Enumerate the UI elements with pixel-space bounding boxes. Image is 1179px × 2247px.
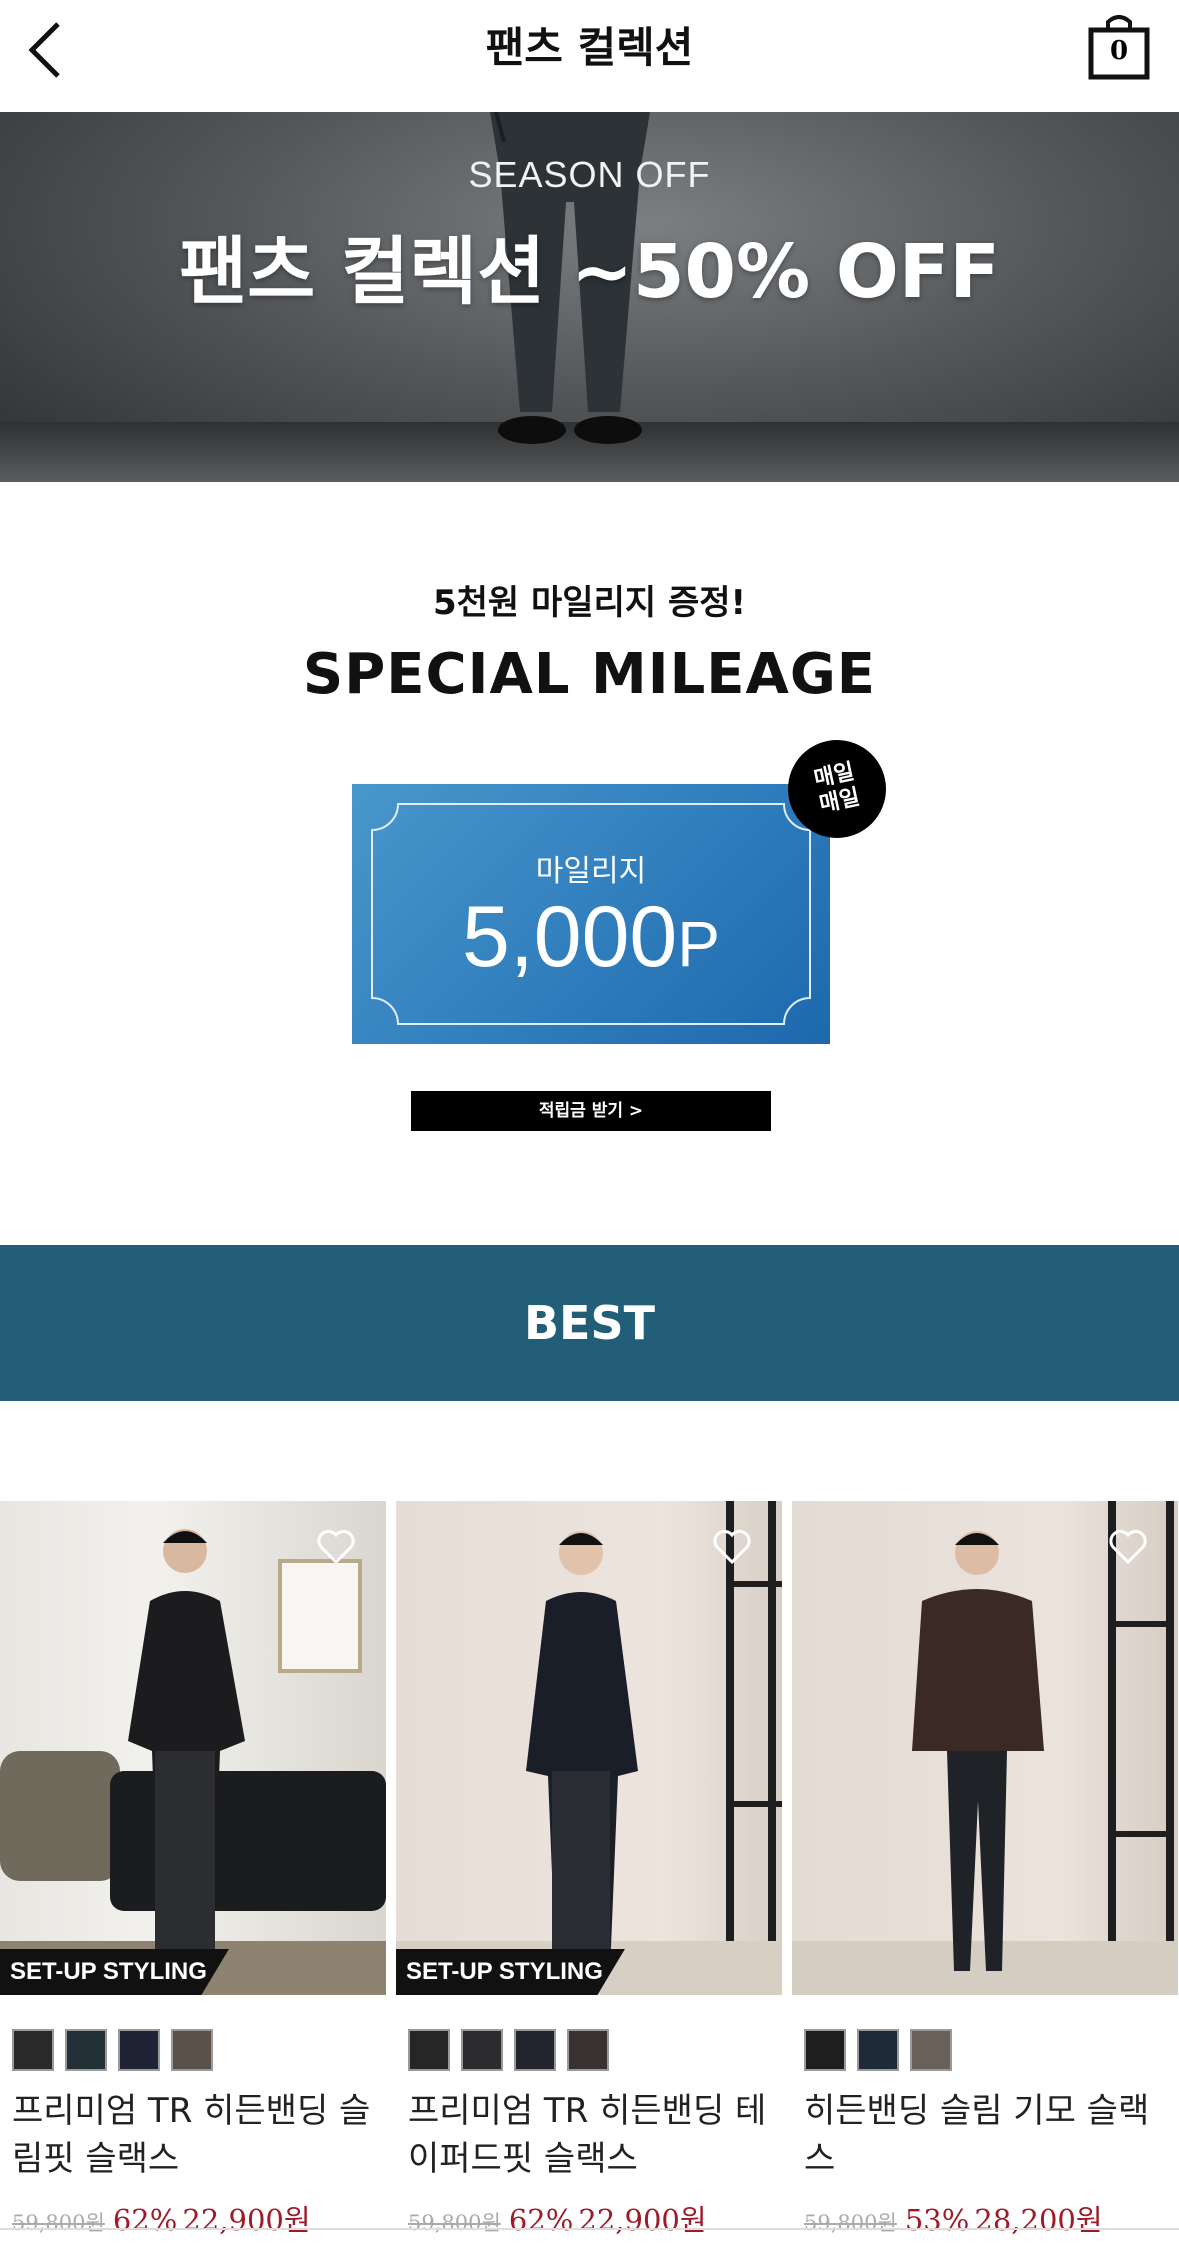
color-swatches	[408, 2029, 620, 2073]
coupon-amount-value: 5,000	[462, 889, 678, 985]
product-image[interactable]: SET-UP STYLING	[396, 1501, 782, 1995]
wishlist-heart-icon[interactable]	[1108, 1529, 1148, 1565]
color-swatches	[12, 2029, 224, 2073]
product-card[interactable]: SET-UP STYLING 프리미엄 TR 히든밴딩 테이퍼드핏 슬랙스 59…	[396, 1501, 782, 2237]
hero-title: 팬츠 컬렉션 ~50% OFF	[179, 229, 1000, 315]
product-name[interactable]: 히든밴딩 슬림 기모 슬랙스	[804, 2087, 1174, 2183]
color-swatch[interactable]	[910, 2029, 952, 2071]
discount-rate: 62%	[112, 2203, 178, 2237]
color-swatches	[804, 2029, 963, 2073]
coupon-label: 마일리지	[535, 854, 647, 889]
get-mileage-button[interactable]: 적립금 받기 >	[411, 1091, 771, 1131]
color-swatch[interactable]	[12, 2029, 54, 2071]
color-swatch[interactable]	[514, 2029, 556, 2071]
sale-price: 28,200원	[974, 2203, 1103, 2237]
coupon-amount-unit: P	[677, 908, 720, 980]
product-price: 59,800원 62% 22,900원	[408, 2197, 707, 2239]
bottom-divider	[0, 2228, 1179, 2230]
color-swatch[interactable]	[118, 2029, 160, 2071]
discount-rate: 53%	[904, 2203, 970, 2237]
original-price: 59,800원	[408, 2211, 501, 2235]
color-swatch[interactable]	[65, 2029, 107, 2071]
wishlist-heart-icon[interactable]	[712, 1529, 752, 1565]
mileage-title: SPECIAL MILEAGE	[302, 642, 877, 707]
setup-styling-tag: SET-UP STYLING	[396, 1949, 625, 1995]
sale-price: 22,900원	[578, 2203, 707, 2237]
wishlist-heart-icon[interactable]	[316, 1529, 356, 1565]
product-photo	[396, 1501, 782, 1995]
product-price: 59,800원 62% 22,900원	[12, 2197, 311, 2239]
product-image[interactable]	[792, 1501, 1178, 1995]
cart-button[interactable]: 0	[1088, 14, 1150, 80]
color-swatch[interactable]	[461, 2029, 503, 2071]
coupon-amount: 5,000P	[352, 888, 830, 987]
original-price: 59,800원	[12, 2211, 105, 2235]
product-card[interactable]: 히든밴딩 슬림 기모 슬랙스 59,800원 53% 28,200원	[792, 1501, 1178, 2237]
discount-rate: 62%	[508, 2203, 574, 2237]
sale-price: 22,900원	[182, 2203, 311, 2237]
page-title: 팬츠 컬렉션	[485, 23, 694, 72]
product-card[interactable]: SET-UP STYLING 프리미엄 TR 히든밴딩 슬림핏 슬랙스 59,8…	[0, 1501, 386, 2237]
mileage-coupon: 마일리지 5,000P	[352, 784, 830, 1044]
product-price: 59,800원 53% 28,200원	[804, 2197, 1103, 2239]
product-photo	[792, 1501, 1178, 1995]
product-photo	[0, 1529, 386, 1995]
product-name[interactable]: 프리미엄 TR 히든밴딩 테이퍼드핏 슬랙스	[408, 2087, 778, 2183]
product-name[interactable]: 프리미엄 TR 히든밴딩 슬림핏 슬랙스	[12, 2087, 382, 2183]
color-swatch[interactable]	[408, 2029, 450, 2071]
color-swatch[interactable]	[171, 2029, 213, 2071]
setup-styling-tag: SET-UP STYLING	[0, 1949, 229, 1995]
mileage-subtitle: 5천원 마일리지 증정!	[432, 583, 747, 623]
color-swatch[interactable]	[857, 2029, 899, 2071]
product-image[interactable]: SET-UP STYLING	[0, 1501, 386, 1995]
top-nav-bar: 팬츠 컬렉션 0	[0, 0, 1179, 112]
best-section-header: BEST	[0, 1245, 1179, 1401]
color-swatch[interactable]	[567, 2029, 609, 2071]
hero-banner[interactable]: SEASON OFF 팬츠 컬렉션 ~50% OFF	[0, 112, 1179, 482]
original-price: 59,800원	[804, 2211, 897, 2235]
color-swatch[interactable]	[804, 2029, 846, 2071]
cart-count: 0	[1109, 36, 1129, 66]
hero-subtitle: SEASON OFF	[468, 154, 711, 195]
